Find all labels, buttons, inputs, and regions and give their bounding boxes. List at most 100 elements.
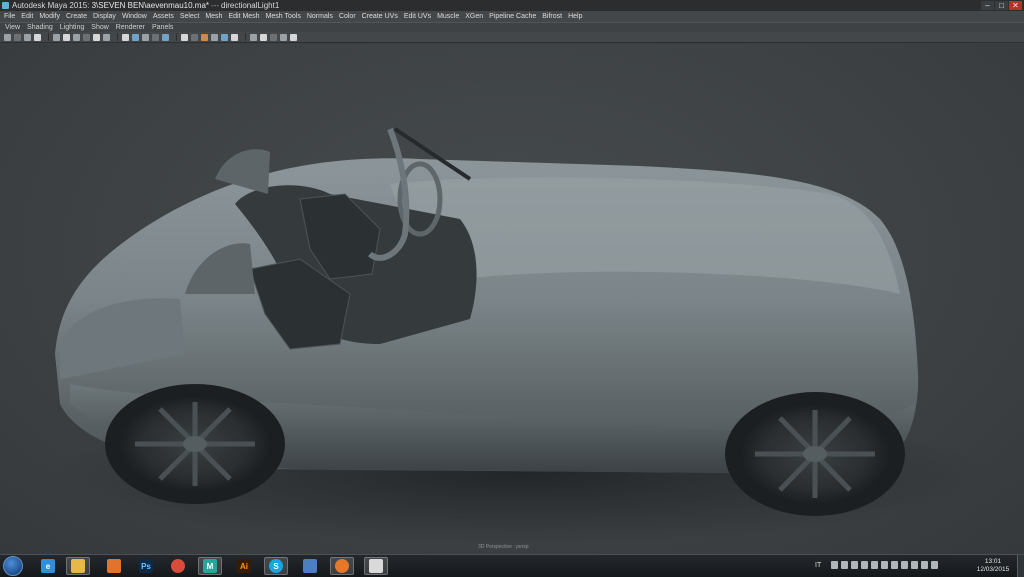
car-model-render[interactable]: [0, 44, 1024, 554]
action-center-icon[interactable]: [911, 561, 919, 569]
bounding-box-icon[interactable]: [152, 33, 159, 41]
panel-menu-panels[interactable]: Panels: [152, 24, 173, 31]
xray-icon[interactable]: [260, 33, 267, 41]
maya-taskbar-button[interactable]: M: [198, 557, 222, 575]
field-chart-icon[interactable]: [93, 33, 100, 41]
safe-action-icon[interactable]: [103, 33, 110, 41]
menu-edit[interactable]: Edit: [21, 13, 33, 20]
bookmark-icon[interactable]: [24, 33, 31, 41]
flat-shade-icon[interactable]: [142, 33, 149, 41]
window-controls: – □ ✕: [981, 1, 1022, 10]
gamma-icon[interactable]: [290, 33, 297, 41]
language-indicator[interactable]: IT: [815, 562, 821, 569]
display-icon: [303, 559, 317, 573]
close-button[interactable]: ✕: [1009, 1, 1022, 10]
menu-normals[interactable]: Normals: [307, 13, 333, 20]
menu-bifrost[interactable]: Bifrost: [542, 13, 562, 20]
menu-create-uvs[interactable]: Create UVs: [362, 13, 398, 20]
clock[interactable]: 13:01 12/03/2015: [973, 558, 1013, 574]
skype-icon: S: [269, 559, 283, 573]
grid-icon[interactable]: [53, 33, 60, 41]
clock-date: 12/03/2015: [976, 566, 1010, 573]
backface-icon[interactable]: [280, 33, 287, 41]
menu-edit-uvs[interactable]: Edit UVs: [404, 13, 431, 20]
wireframe-icon[interactable]: [122, 33, 129, 41]
menu-file[interactable]: File: [4, 13, 15, 20]
textured-icon[interactable]: [162, 33, 169, 41]
app-taskbar-button[interactable]: [364, 557, 388, 575]
show-desktop-button[interactable]: [1017, 555, 1024, 577]
tray-icon[interactable]: [861, 561, 869, 569]
tray-icon[interactable]: [881, 561, 889, 569]
menu-color[interactable]: Color: [339, 13, 356, 20]
menu-display[interactable]: Display: [93, 13, 116, 20]
explorer-taskbar-button[interactable]: [66, 557, 90, 575]
menu-mesh-tools[interactable]: Mesh Tools: [266, 13, 301, 20]
rear-wheel: [725, 392, 905, 516]
smooth-shade-icon[interactable]: [132, 33, 139, 41]
illustrator-icon: Ai: [237, 559, 251, 573]
menu-mesh[interactable]: Mesh: [205, 13, 222, 20]
motion-blur-icon[interactable]: [211, 33, 218, 41]
photoshop-taskbar-button[interactable]: Ps: [134, 557, 158, 575]
menu-help[interactable]: Help: [568, 13, 582, 20]
front-wheel: [105, 384, 285, 504]
wifi-icon[interactable]: [921, 561, 929, 569]
anti-alias-icon[interactable]: [221, 33, 228, 41]
viewport-toolbar: [0, 32, 1024, 43]
panel-menu-lighting[interactable]: Lighting: [60, 24, 85, 31]
tray-icon[interactable]: [901, 561, 909, 569]
film-gate-icon[interactable]: [63, 33, 70, 41]
file-path: 3\SEVEN BEN\aevenmau10.ma*: [91, 1, 210, 10]
menu-window[interactable]: Window: [122, 13, 147, 20]
start-button[interactable]: [3, 556, 23, 576]
gate-mask-icon[interactable]: [83, 33, 90, 41]
skype-taskbar-button[interactable]: S: [264, 557, 288, 575]
firefox-taskbar-button[interactable]: [330, 557, 354, 575]
menu-modify[interactable]: Modify: [39, 13, 60, 20]
app-window-icon: [369, 559, 383, 573]
app-title: Autodesk Maya 2015:: [12, 1, 92, 10]
perspective-viewport[interactable]: 3D Perspective : persp: [0, 44, 1024, 554]
tray-icon[interactable]: [851, 561, 859, 569]
tray-icon[interactable]: [891, 561, 899, 569]
menu-select[interactable]: Select: [180, 13, 199, 20]
menu-xgen[interactable]: XGen: [465, 13, 483, 20]
pizza-taskbar-button[interactable]: [102, 557, 126, 575]
display-taskbar-button[interactable]: [298, 557, 322, 575]
minimize-button[interactable]: –: [981, 1, 994, 10]
main-menu-bar: File Edit Modify Create Display Window A…: [0, 11, 1024, 22]
image-plane-icon[interactable]: [34, 33, 41, 41]
ie-taskbar-button[interactable]: e: [36, 557, 60, 575]
isolate-select-icon[interactable]: [250, 33, 257, 41]
maximize-button[interactable]: □: [995, 1, 1008, 10]
chrome-taskbar-button[interactable]: [166, 557, 190, 575]
shadows-icon[interactable]: [191, 33, 198, 41]
volume-icon[interactable]: [931, 561, 939, 569]
ie-icon: e: [41, 559, 55, 573]
firefox-icon: [335, 559, 349, 573]
panel-menu-bar: View Shading Lighting Show Renderer Pane…: [0, 22, 1024, 32]
tray-icon[interactable]: [871, 561, 879, 569]
toolbar-separator: [176, 33, 177, 41]
menu-edit-mesh[interactable]: Edit Mesh: [228, 13, 259, 20]
panel-menu-show[interactable]: Show: [91, 24, 109, 31]
camera-label: 3D Perspective : persp: [478, 544, 529, 550]
panel-menu-shading[interactable]: Shading: [27, 24, 53, 31]
menu-create[interactable]: Create: [66, 13, 87, 20]
panel-menu-renderer[interactable]: Renderer: [116, 24, 145, 31]
menu-muscle[interactable]: Muscle: [437, 13, 459, 20]
ambient-occlusion-icon[interactable]: [201, 33, 208, 41]
panel-menu-view[interactable]: View: [5, 24, 20, 31]
network-tray-icon[interactable]: [841, 561, 849, 569]
camera-select-icon[interactable]: [4, 33, 11, 41]
illustrator-taskbar-button[interactable]: Ai: [232, 557, 256, 575]
lights-icon[interactable]: [181, 33, 188, 41]
xray-joints-icon[interactable]: [270, 33, 277, 41]
depth-of-field-icon[interactable]: [231, 33, 238, 41]
resolution-gate-icon[interactable]: [73, 33, 80, 41]
menu-pipeline-cache[interactable]: Pipeline Cache: [489, 13, 536, 20]
menu-assets[interactable]: Assets: [153, 13, 174, 20]
autodesk-tray-icon[interactable]: [831, 561, 839, 569]
camera-lock-icon[interactable]: [14, 33, 21, 41]
